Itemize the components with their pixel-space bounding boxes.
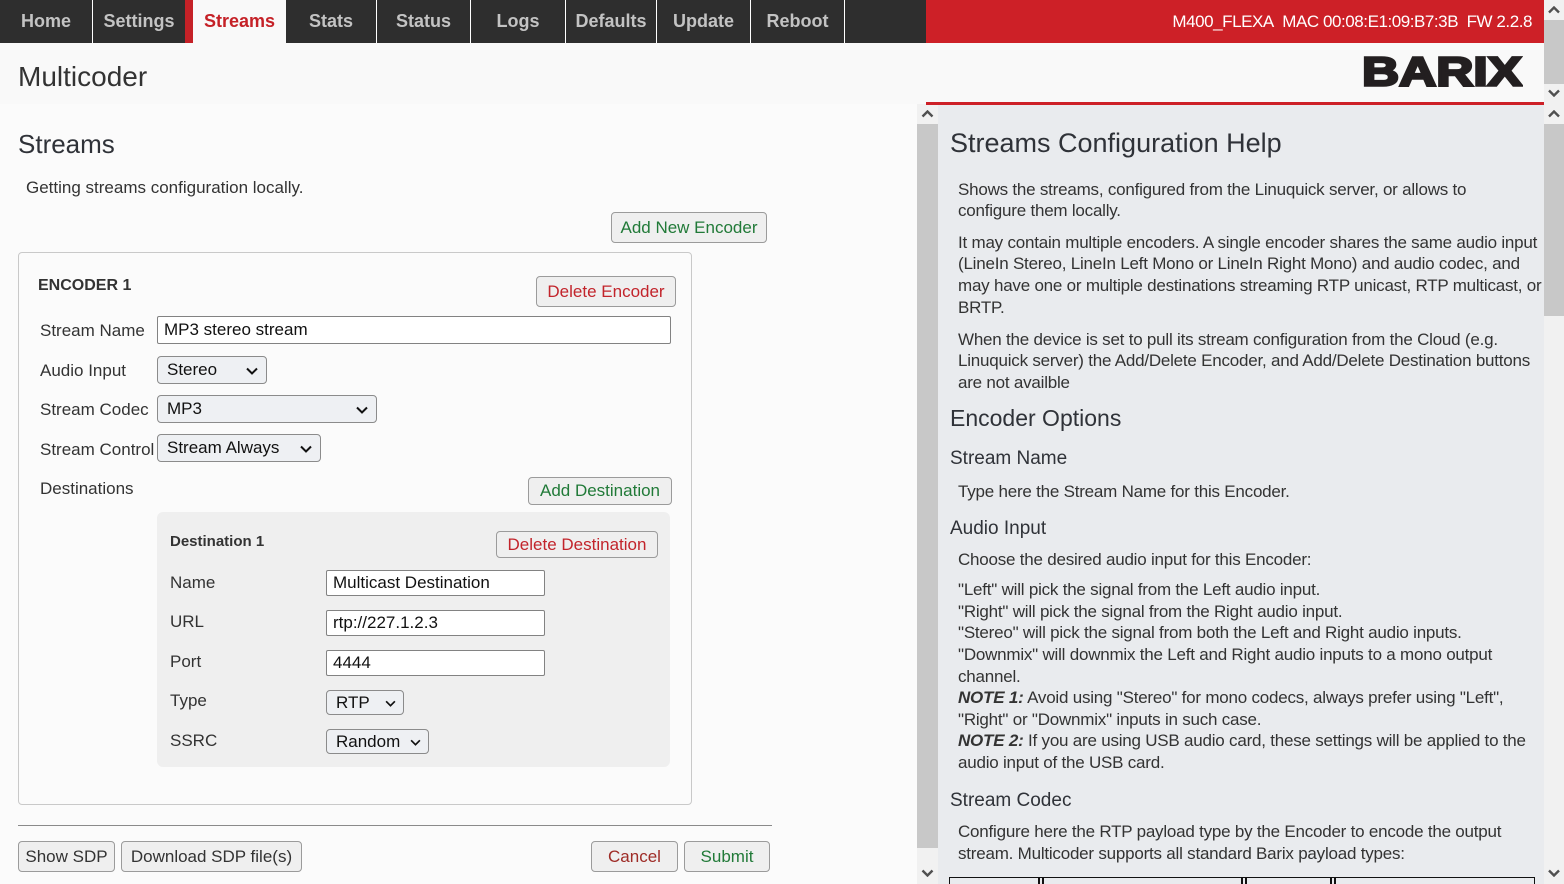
svg-text:BARIX: BARIX bbox=[1362, 52, 1522, 94]
